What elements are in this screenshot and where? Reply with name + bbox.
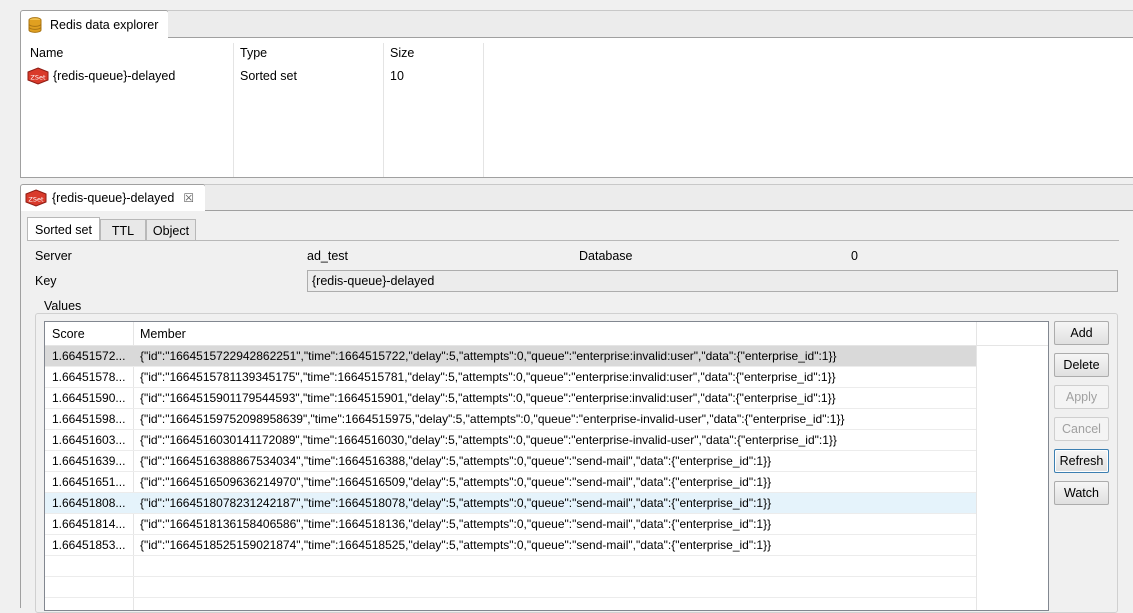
table-row[interactable]: 1.66451598... {"id":"1664515975209895863… — [45, 409, 976, 430]
empty-row — [45, 556, 976, 577]
database-icon — [26, 16, 44, 34]
zset-icon: ZSet — [25, 189, 47, 207]
member-cell: {"id":"1664518136158406586","time":16645… — [140, 517, 772, 531]
values-group-title: Values — [41, 299, 85, 313]
values-table-header: Score Member — [45, 322, 1048, 346]
empty-row — [45, 577, 976, 598]
editor-tab[interactable]: ZSet {redis-queue}-delayed ☒ — [20, 184, 206, 211]
column-divider — [383, 43, 384, 177]
server-label: Server — [35, 249, 72, 263]
server-value: ad_test — [307, 249, 349, 263]
watch-button[interactable]: Watch — [1054, 481, 1109, 505]
member-cell: {"id":"1664516388867534034","time":16645… — [140, 454, 772, 468]
score-cell: 1.66451572... — [52, 349, 126, 363]
view-tab-title: Redis data explorer — [50, 17, 159, 32]
tab-object[interactable]: Object — [146, 219, 196, 241]
column-divider — [483, 43, 484, 177]
score-cell: 1.66451603... — [52, 433, 126, 447]
score-cell: 1.66451578... — [52, 370, 126, 384]
table-row[interactable]: 1.66451603... {"id":"1664516030141172089… — [45, 430, 976, 451]
explorer-cell-size: 10 — [390, 69, 404, 83]
member-cell: {"id":"1664518525159021874","time":16645… — [140, 538, 772, 552]
column-header-member[interactable]: Member — [140, 327, 186, 341]
member-cell: {"id":"1664516030141172089","time":16645… — [140, 433, 837, 447]
tab-sorted-set[interactable]: Sorted set — [27, 217, 100, 241]
editor-tab-strip — [205, 184, 1133, 211]
explorer-header-name[interactable]: Name — [30, 46, 63, 60]
close-icon[interactable]: ☒ — [183, 191, 194, 205]
delete-button[interactable]: Delete — [1054, 353, 1109, 377]
member-cell: {"id":"1664518078231242187","time":16645… — [140, 496, 772, 510]
member-cell: {"id":"1664515722942862251","time":16645… — [140, 349, 837, 363]
score-cell: 1.66451853... — [52, 538, 126, 552]
column-divider — [976, 322, 977, 610]
key-field[interactable]: {redis-queue}-delayed — [307, 270, 1118, 292]
values-table[interactable]: Score Member 1.66451572... {"id":"166451… — [44, 321, 1049, 611]
score-cell: 1.66451590... — [52, 391, 126, 405]
member-cell: {"id":"1664516509636214970","time":16645… — [140, 475, 772, 489]
column-header-score[interactable]: Score — [52, 327, 85, 341]
cancel-button[interactable]: Cancel — [1054, 417, 1109, 441]
score-cell: 1.66451814... — [52, 517, 126, 531]
explorer-table: Name Type Size ZSet {redis-queue}-delaye… — [20, 38, 1133, 178]
table-row[interactable]: 1.66451651... {"id":"1664516509636214970… — [45, 472, 976, 493]
table-row[interactable]: 1.66451853... {"id":"1664518525159021874… — [45, 535, 976, 556]
column-divider — [233, 43, 234, 177]
explorer-cell-name: {redis-queue}-delayed — [53, 69, 176, 83]
database-label: Database — [579, 249, 633, 263]
explorer-header-size[interactable]: Size — [390, 46, 414, 60]
member-cell: {"id":"1664515901179544593","time":16645… — [140, 391, 836, 405]
table-row[interactable]: 1.66451814... {"id":"1664518136158406586… — [45, 514, 976, 535]
view-tab-strip — [168, 10, 1133, 38]
score-cell: 1.66451598... — [52, 412, 126, 426]
member-cell: {"id":"16645159752098958639","time":1664… — [140, 412, 845, 426]
refresh-button[interactable]: Refresh — [1054, 449, 1109, 473]
score-cell: 1.66451651... — [52, 475, 126, 489]
zset-icon: ZSet — [27, 67, 49, 88]
key-label: Key — [35, 274, 57, 288]
table-row[interactable]: 1.66451808... {"id":"1664518078231242187… — [45, 493, 976, 514]
tab-divider — [27, 240, 1119, 241]
tab-ttl[interactable]: TTL — [100, 219, 146, 241]
svg-text:ZSet: ZSet — [30, 74, 46, 82]
table-row[interactable]: 1.66451639... {"id":"1664516388867534034… — [45, 451, 976, 472]
table-row[interactable]: 1.66451590... {"id":"1664515901179544593… — [45, 388, 976, 409]
member-cell: {"id":"1664515781139345175","time":16645… — [140, 370, 836, 384]
explorer-header-type[interactable]: Type — [240, 46, 267, 60]
score-cell: 1.66451639... — [52, 454, 126, 468]
svg-text:ZSet: ZSet — [28, 196, 44, 204]
explorer-cell-type: Sorted set — [240, 69, 297, 83]
editor-tab-title: {redis-queue}-delayed — [52, 191, 175, 205]
score-cell: 1.66451808... — [52, 496, 126, 510]
table-row[interactable]: 1.66451572... {"id":"1664515722942862251… — [45, 346, 976, 367]
database-value: 0 — [851, 249, 858, 263]
add-button[interactable]: Add — [1054, 321, 1109, 345]
apply-button[interactable]: Apply — [1054, 385, 1109, 409]
view-tab-redis-explorer[interactable]: Redis data explorer — [20, 10, 169, 38]
table-row[interactable]: 1.66451578... {"id":"1664515781139345175… — [45, 367, 976, 388]
